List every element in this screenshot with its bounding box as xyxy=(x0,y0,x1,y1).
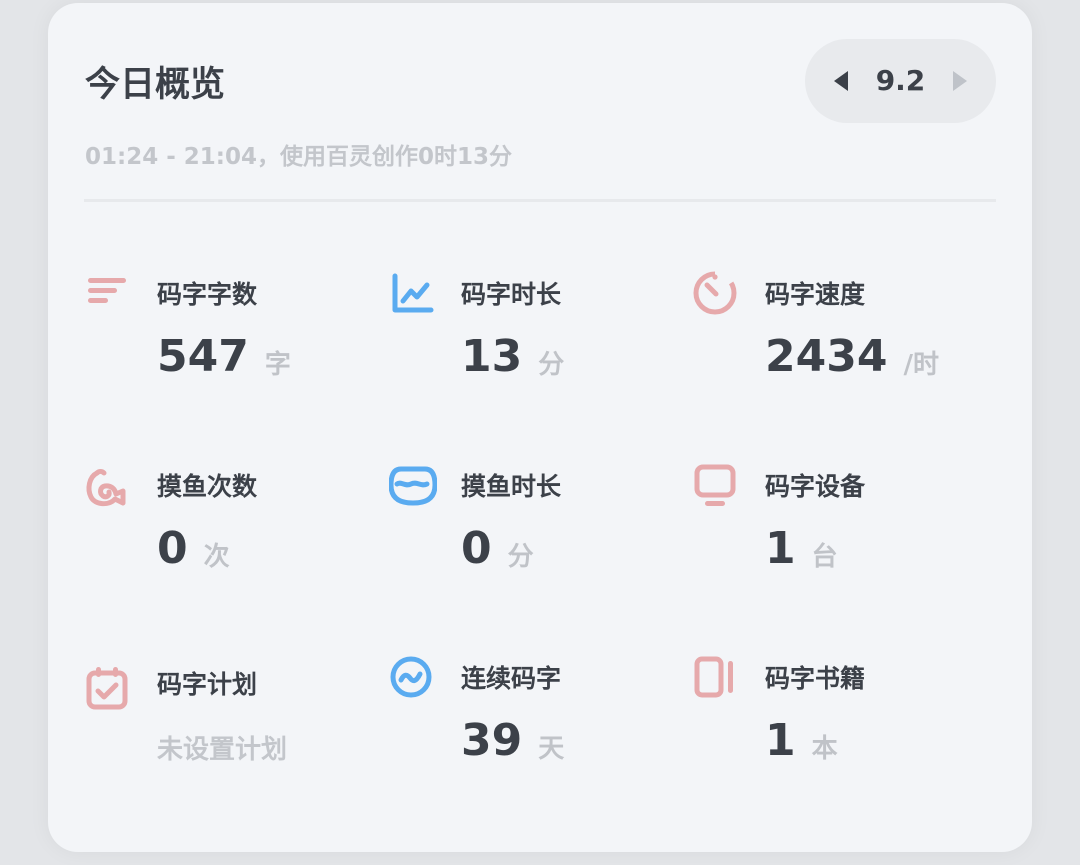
stat-value: 1 本 xyxy=(765,713,838,769)
today-overview-card: 今日概览 9.2 01:24 - 21:04，使用百灵创作0时13分 码字字数 … xyxy=(48,3,1032,852)
stat-word-count[interactable]: 码字字数 547 字 xyxy=(85,271,375,421)
current-date: 9.2 xyxy=(875,64,926,97)
stat-value: 547 字 xyxy=(157,329,291,385)
stat-label: 连续码字 xyxy=(461,664,562,693)
plan-status: 未设置计划 xyxy=(157,735,288,765)
stat-number: 0 xyxy=(461,523,492,574)
monitor-icon xyxy=(693,463,741,511)
stat-value: 0 次 xyxy=(157,521,230,577)
stat-unit: 本 xyxy=(811,734,838,764)
stat-number: 13 xyxy=(461,331,523,382)
stat-number: 547 xyxy=(157,331,249,382)
stat-value: 2434 /时 xyxy=(765,329,939,385)
stat-writing-speed[interactable]: 码字速度 2434 /时 xyxy=(693,271,983,421)
stat-unit: 分 xyxy=(507,542,534,572)
stat-label: 摸鱼次数 xyxy=(157,472,258,501)
stat-unit: /时 xyxy=(903,350,939,380)
stat-value: 0 分 xyxy=(461,521,534,577)
timer-icon xyxy=(693,271,741,319)
stat-label: 摸鱼时长 xyxy=(461,472,562,501)
streak-icon xyxy=(389,655,437,703)
stat-unit: 天 xyxy=(538,734,565,764)
stat-unit: 台 xyxy=(811,542,838,572)
stat-unit: 次 xyxy=(203,542,230,572)
stat-value: 1 台 xyxy=(765,521,838,577)
fish-tank-icon xyxy=(389,463,437,511)
page-title: 今日概览 xyxy=(85,65,226,105)
prev-day-button[interactable] xyxy=(833,71,848,91)
divider xyxy=(84,199,996,202)
stat-number: 39 xyxy=(461,715,523,766)
stat-value: 13 分 xyxy=(461,329,564,385)
stat-writing-devices[interactable]: 码字设备 1 台 xyxy=(693,463,983,613)
stat-label: 码字设备 xyxy=(765,472,866,501)
stat-label: 码字时长 xyxy=(461,280,562,309)
stat-number: 1 xyxy=(765,523,796,574)
stat-label: 码字字数 xyxy=(157,280,258,309)
stat-writing-books[interactable]: 码字书籍 1 本 xyxy=(693,655,983,805)
fish-icon xyxy=(85,463,133,511)
stat-unit: 分 xyxy=(538,350,565,380)
stat-writing-streak[interactable]: 连续码字 39 天 xyxy=(389,655,679,805)
stat-number: 0 xyxy=(157,523,188,574)
stat-number: 1 xyxy=(765,715,796,766)
stat-writing-duration[interactable]: 码字时长 13 分 xyxy=(389,271,679,421)
date-selector: 9.2 xyxy=(805,39,996,123)
stat-label: 码字书籍 xyxy=(765,664,866,693)
text-lines-icon xyxy=(85,271,133,319)
stat-writing-plan[interactable]: 码字计划 未设置计划 xyxy=(85,655,375,805)
calendar-check-icon xyxy=(85,665,133,713)
stat-slack-duration[interactable]: 摸鱼时长 0 分 xyxy=(389,463,679,613)
stat-value: 39 天 xyxy=(461,713,564,769)
next-day-button[interactable] xyxy=(953,71,968,91)
book-icon xyxy=(693,655,741,703)
stat-slack-count[interactable]: 摸鱼次数 0 次 xyxy=(85,463,375,613)
stat-label: 码字速度 xyxy=(765,280,866,309)
line-chart-icon xyxy=(389,271,437,319)
stat-unit: 字 xyxy=(264,350,291,380)
session-summary: 01:24 - 21:04，使用百灵创作0时13分 xyxy=(85,144,512,170)
stat-label: 码字计划 xyxy=(157,670,258,699)
stat-number: 2434 xyxy=(765,331,888,382)
